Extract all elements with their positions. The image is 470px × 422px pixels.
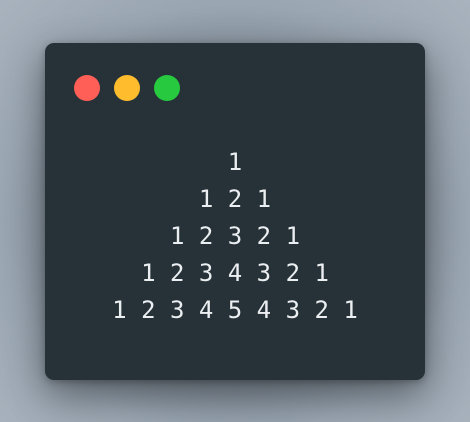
output-line: 1 2 3 2 1: [169, 222, 301, 250]
output-line: 1: [227, 148, 243, 176]
terminal-window: 1 1 2 1 1 2 3 2 1 1 2 3 4 3 2 1 1 2 3 4 …: [45, 43, 425, 380]
close-button[interactable]: [74, 75, 100, 101]
minimize-button[interactable]: [114, 75, 140, 101]
terminal-output: 1 1 2 1 1 2 3 2 1 1 2 3 4 3 2 1 1 2 3 4 …: [45, 144, 425, 329]
zoom-button[interactable]: [154, 75, 180, 101]
output-line: 1 2 1: [198, 185, 272, 213]
output-line: 1 2 3 4 3 2 1: [141, 259, 329, 287]
window-controls: [74, 75, 180, 101]
output-line: 1 2 3 4 5 4 3 2 1: [112, 296, 358, 324]
